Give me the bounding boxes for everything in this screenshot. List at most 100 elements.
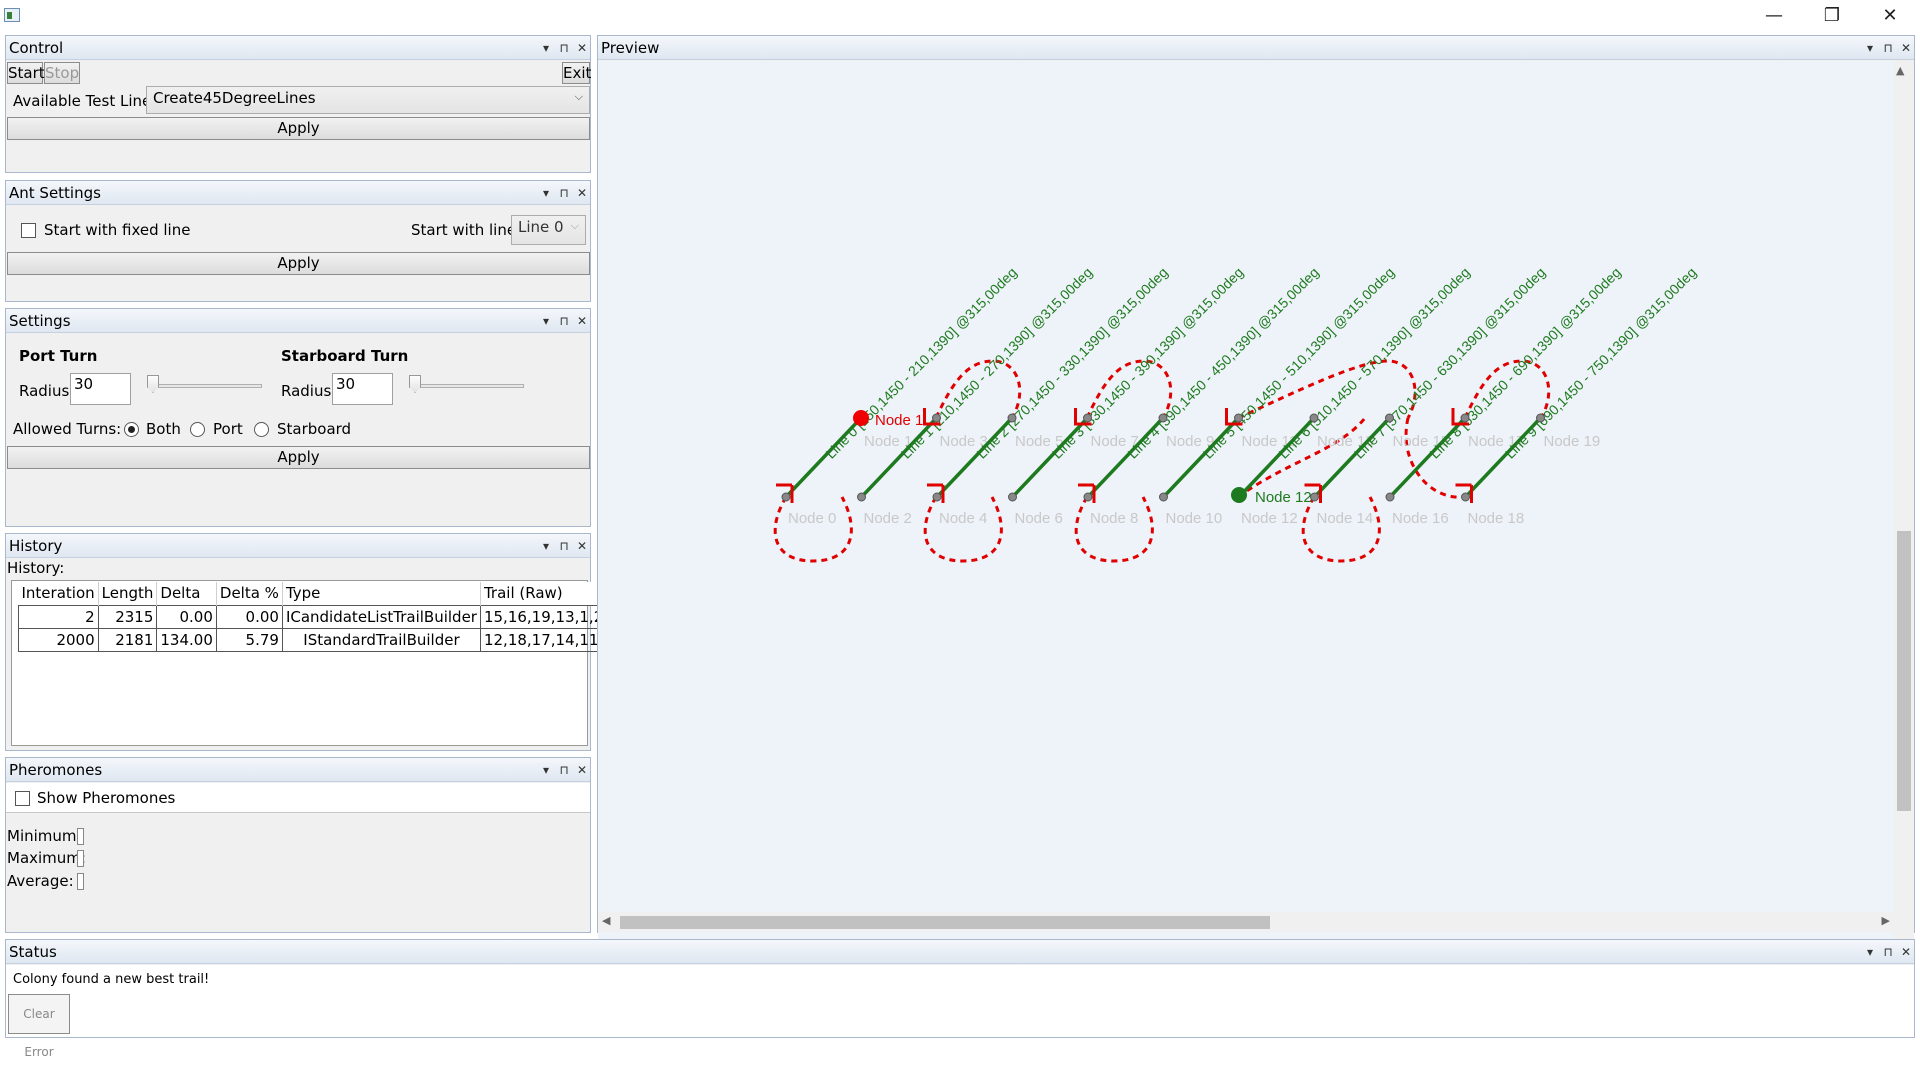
panel-title: Settings <box>9 312 71 330</box>
column-header[interactable]: Length <box>98 582 158 605</box>
minimize-button[interactable]: — <box>1745 0 1803 30</box>
port-turn-title: Port Turn <box>19 347 98 365</box>
node-marker <box>932 413 941 423</box>
stop-button[interactable]: Stop <box>44 62 80 84</box>
node-marker <box>1007 413 1017 423</box>
node-marker <box>1309 413 1319 423</box>
starboard-radius-slider[interactable] <box>409 384 524 388</box>
start-button[interactable]: Start <box>7 62 45 84</box>
close-icon[interactable]: ✕ <box>576 181 588 205</box>
node-label: Node 2 <box>864 510 912 527</box>
panel-title: Ant Settings <box>9 184 101 202</box>
panel-menu-icon[interactable]: ▾ <box>540 534 552 558</box>
cell-type: ICandidateListTrailBuilder <box>281 604 481 629</box>
node-label: Node 18 <box>1468 510 1525 527</box>
preview-canvas[interactable]: Line 0 [150,1450 - 210,1390] @315,00degN… <box>598 61 1894 947</box>
average-label: Average: <box>7 872 74 890</box>
horizontal-scrollbar[interactable]: ◀ ▶ <box>598 912 1894 932</box>
column-header[interactable]: Interation <box>18 582 99 605</box>
vertical-scroll-thumb[interactable] <box>1897 531 1911 811</box>
clear-error-button[interactable]: Clear Error <box>8 994 70 1059</box>
cell-length: 2315 <box>97 604 158 629</box>
radio-both[interactable] <box>124 422 139 437</box>
table-row[interactable]: 2 2315 0.00 0.00 ICandidateListTrailBuil… <box>18 604 675 629</box>
cell-delta-percent: 0.00 <box>215 604 283 629</box>
cell-iteration: 2000 <box>18 627 99 652</box>
column-header[interactable]: Type <box>282 582 481 605</box>
status-body <box>6 965 1914 1037</box>
vertical-scrollbar[interactable]: ▲ <box>1894 61 1914 947</box>
status-panel: Status ▾ ⊓ ✕ Colony found a new best trail… <box>5 939 1915 1059</box>
pin-icon[interactable]: ⊓ <box>558 309 570 333</box>
minimum-indicator <box>77 828 84 845</box>
fixed-line-checkbox[interactable] <box>21 223 36 238</box>
close-window-button[interactable]: ✕ <box>1861 0 1919 30</box>
status-message: Colony found a new best trail! <box>13 972 210 987</box>
history-caption: History: <box>7 559 65 577</box>
radio-port[interactable] <box>190 422 205 437</box>
node-marker <box>1385 492 1395 502</box>
start-line-value: Line 0 <box>518 218 564 236</box>
panel-header: Control ▾ ⊓ ✕ <box>6 36 590 60</box>
panel-menu-icon[interactable]: ▾ <box>1864 940 1876 964</box>
close-icon[interactable]: ✕ <box>576 36 588 60</box>
settings-apply-button[interactable]: Apply <box>7 446 590 469</box>
pin-icon[interactable]: ⊓ <box>558 36 570 60</box>
chevron-down-icon: ⌵ <box>570 219 579 232</box>
end-node-label: Node 12 <box>1255 489 1312 506</box>
panel-menu-icon[interactable]: ▾ <box>1864 36 1876 60</box>
exit-button[interactable]: Exit <box>562 62 591 84</box>
restore-button[interactable]: ❐ <box>1803 0 1861 30</box>
table-header-row: Interation Length Delta Delta % Type Tra… <box>18 582 674 605</box>
test-lines-dropdown[interactable]: Create45DegreeLines ⌵ <box>146 86 590 114</box>
control-panel: Control ▾ ⊓ ✕ Start Stop Exit Available Te… <box>5 35 591 173</box>
start-line-dropdown[interactable]: Line 0 ⌵ <box>511 215 586 245</box>
close-icon[interactable]: ✕ <box>576 309 588 333</box>
panel-title: History <box>9 537 63 555</box>
close-icon[interactable]: ✕ <box>576 758 588 782</box>
radio-starboard[interactable] <box>254 422 269 437</box>
pin-icon[interactable]: ⊓ <box>1882 36 1894 60</box>
node-marker <box>1083 413 1092 423</box>
pin-icon[interactable]: ⊓ <box>1882 940 1894 964</box>
cell-delta: 0.00 <box>156 604 217 629</box>
pin-icon[interactable]: ⊓ <box>558 758 570 782</box>
starboard-radius-input[interactable]: 30 <box>332 373 393 405</box>
panel-header: Settings ▾ ⊓ ✕ <box>6 309 590 333</box>
control-apply-button[interactable]: Apply <box>7 117 590 140</box>
panel-header: Ant Settings ▾ ⊓ ✕ <box>6 181 590 205</box>
scroll-right-icon[interactable]: ▶ <box>1882 914 1890 927</box>
panel-menu-icon[interactable]: ▾ <box>540 181 552 205</box>
test-lines-value: Create45DegreeLines <box>153 89 316 107</box>
panel-menu-icon[interactable]: ▾ <box>540 758 552 782</box>
canvas-background <box>598 61 1894 947</box>
table-row[interactable]: 2000 2181 134.00 5.79 IStandardTrailBuil… <box>18 627 675 652</box>
pin-icon[interactable]: ⊓ <box>558 181 570 205</box>
settings-panel: Settings ▾ ⊓ ✕ Port Turn Radius 30 Starboa… <box>5 308 591 527</box>
close-icon[interactable]: ✕ <box>576 534 588 558</box>
port-radius-slider[interactable] <box>147 384 262 388</box>
pin-icon[interactable]: ⊓ <box>558 534 570 558</box>
node-label: Node 4 <box>939 510 987 527</box>
ant-apply-button[interactable]: Apply <box>7 252 590 275</box>
close-icon[interactable]: ✕ <box>1900 36 1912 60</box>
node-label: Node 12 <box>1241 510 1298 527</box>
panel-menu-icon[interactable]: ▾ <box>540 36 552 60</box>
cell-iteration: 2 <box>18 604 99 629</box>
column-header[interactable]: Delta <box>156 582 217 605</box>
port-radius-input[interactable]: 30 <box>70 373 131 405</box>
close-icon[interactable]: ✕ <box>1900 940 1912 964</box>
node-marker <box>1008 492 1017 502</box>
starboard-slider-thumb[interactable] <box>409 375 421 393</box>
fixed-line-label: Start with fixed line <box>44 221 191 239</box>
horizontal-scroll-thumb[interactable] <box>620 916 1270 929</box>
port-slider-thumb[interactable] <box>147 375 159 393</box>
allowed-turns-label: Allowed Turns: <box>13 420 122 438</box>
scroll-left-icon[interactable]: ◀ <box>602 914 610 927</box>
show-pheromones-checkbox[interactable] <box>15 791 30 806</box>
column-header[interactable]: Delta % <box>216 582 283 605</box>
show-pheromones-label: Show Pheromones <box>37 789 176 807</box>
panel-menu-icon[interactable]: ▾ <box>540 309 552 333</box>
node-marker <box>1158 413 1168 423</box>
scroll-up-icon[interactable]: ▲ <box>1896 64 1904 77</box>
